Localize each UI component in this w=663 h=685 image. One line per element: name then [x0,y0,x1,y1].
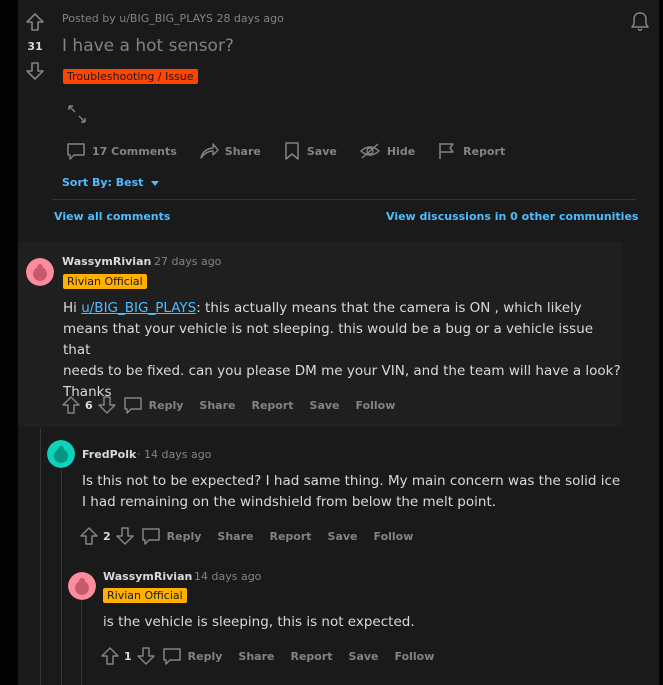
comment-text: : this actually means that the camera is… [196,300,582,316]
comment-score: 2 [103,529,111,543]
follow-button[interactable]: Follow [395,650,435,663]
view-discussions-link[interactable]: View discussions in 0 other communities [386,210,638,223]
save-button[interactable]: Save [310,399,340,412]
share-icon [200,143,219,159]
comment-author[interactable]: FredPolk [82,448,136,461]
bookmark-icon [285,142,299,160]
upvote-icon[interactable] [25,12,45,32]
share-button[interactable]: Share [238,650,274,663]
share-label: Share [224,144,261,158]
save-button[interactable]: Save [328,530,358,543]
thread-line[interactable] [61,470,62,685]
comment-time: · 14 days ago [137,448,212,461]
comment-body: Is this not to be expected? I had same t… [82,471,642,513]
comment-line: Is this not to be expected? I had same t… [82,473,621,489]
comment-line: is the vehicle is sleeping, this is not … [103,614,415,630]
flag-icon [439,143,454,159]
upvote-icon[interactable] [100,646,120,666]
user-mention-link[interactable]: u/BIG_BIG_PLAYS [81,300,196,316]
upvote-icon[interactable] [61,395,81,415]
avatar[interactable] [68,572,96,600]
comment-time: · 27 days ago [147,255,222,268]
snoo-avatar-icon [68,572,96,600]
user-flair: Rivian Official [103,588,187,603]
hide-icon [359,143,380,159]
caret-down-icon [151,180,160,186]
avatar[interactable] [26,258,54,286]
upvote-icon[interactable] [79,526,99,546]
comment-line: Hi u/BIG_BIG_PLAYS: this actually means … [63,298,623,319]
post-action-bar: 17 Comments Share Save Hide Report [66,140,527,162]
comment-line: needs to be fixed. can you please DM me … [63,363,621,379]
report-button[interactable]: Report [437,141,505,161]
share-button[interactable]: Share [199,141,261,161]
divider [52,199,636,200]
follow-button[interactable]: Follow [356,399,396,412]
post-flair[interactable]: Troubleshooting / Issue [63,69,198,84]
comment-line: I had remaining on the windshield from b… [82,494,497,510]
post-score: 31 [27,40,43,53]
comment-time: · 14 days ago [187,570,262,583]
report-button[interactable]: Report [251,399,293,412]
comment-body: Hi u/BIG_BIG_PLAYS: this actually means … [63,298,623,403]
share-button[interactable]: Share [199,399,235,412]
comment-score: 1 [124,649,132,663]
comment-actions: 2 Reply Share Report Save Follow [79,525,429,547]
expand-icon[interactable] [66,103,88,125]
comments-label: 17 Comments [92,144,177,158]
snoo-avatar-icon [47,440,75,468]
thread-line[interactable] [81,600,82,685]
comment-line: means that your vehicle is not sleeping.… [63,321,594,358]
downvote-icon[interactable] [25,61,45,81]
comment-icon [141,528,160,545]
hide-label: Hide [386,144,416,158]
report-button[interactable]: Report [269,530,311,543]
comment-author[interactable]: WassymRivian [103,570,192,583]
reply-button[interactable]: Reply [123,395,184,415]
save-label: Save [306,144,337,158]
post-title[interactable]: I have a hot sensor? [62,36,234,56]
thread-line[interactable] [40,428,41,685]
left-gutter [0,0,18,685]
report-label: Report [463,144,506,158]
comment-icon [162,648,181,665]
bell-icon[interactable] [628,10,652,34]
reply-label: Reply [148,398,184,412]
save-button[interactable]: Save [349,650,379,663]
user-flair: Rivian Official [63,274,147,289]
comment-text: Hi [63,300,82,316]
sort-by-label: Sort By: Best [62,176,144,189]
reply-button[interactable]: Reply [141,526,202,546]
post-meta: Posted by u/BIG_BIG_PLAYS 28 days ago [62,12,284,25]
reply-button[interactable]: Reply [162,646,223,666]
comment-icon [67,143,85,160]
downvote-icon[interactable] [115,526,135,546]
avatar[interactable] [47,440,75,468]
right-gutter [659,0,663,685]
sort-by-dropdown[interactable]: Sort By: Best [62,176,160,189]
report-button[interactable]: Report [290,650,332,663]
share-button[interactable]: Share [217,530,253,543]
save-button[interactable]: Save [283,141,337,161]
comment-score: 6 [85,398,93,412]
downvote-icon[interactable] [136,646,156,666]
snoo-avatar-icon [26,258,54,286]
comment-actions: 6 Reply Share Report Save Follow [61,394,411,416]
hide-button[interactable]: Hide [359,141,415,161]
comment-body: is the vehicle is sleeping, this is not … [103,612,643,633]
comment-icon [123,397,142,414]
follow-button[interactable]: Follow [374,530,414,543]
downvote-icon[interactable] [97,395,117,415]
view-all-comments-link[interactable]: View all comments [54,210,170,223]
comment-actions: 1 Reply Share Report Save Follow [100,645,450,667]
reply-label: Reply [166,529,202,543]
comment-author[interactable]: WassymRivian [62,255,151,268]
reply-label: Reply [187,649,223,663]
comments-button[interactable]: 17 Comments [66,141,177,161]
